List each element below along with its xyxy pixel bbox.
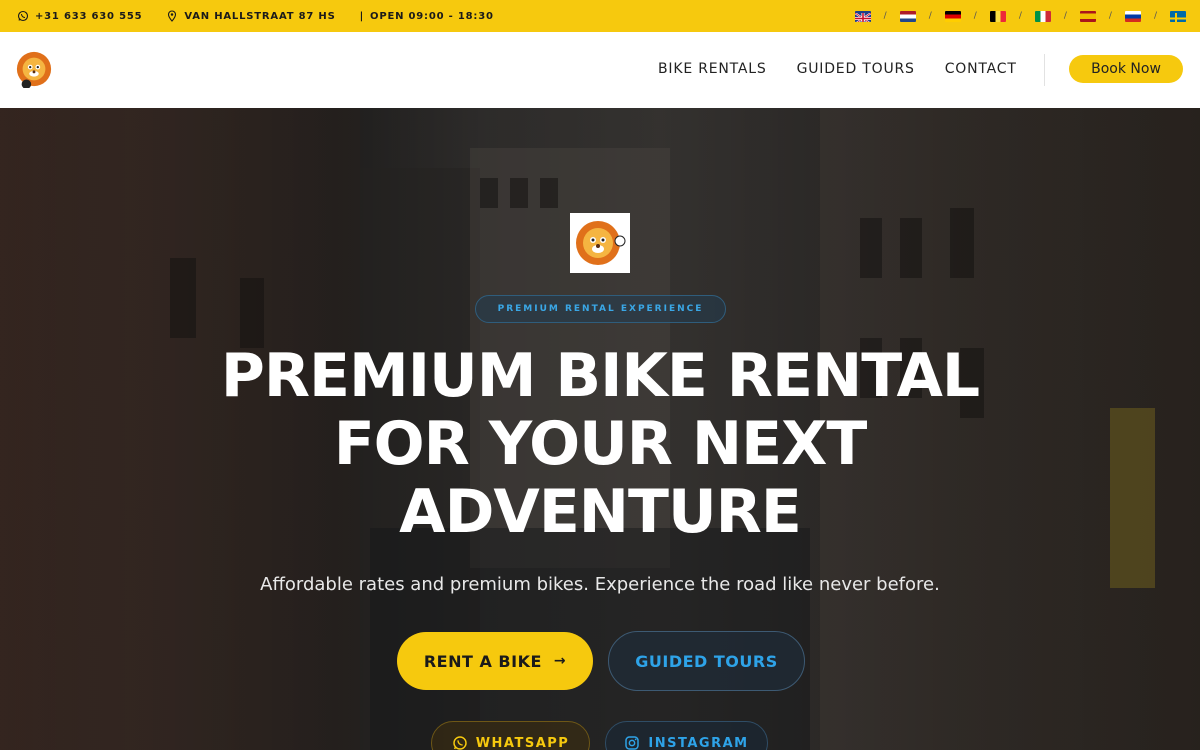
instagram-button[interactable]: INSTAGRAM xyxy=(605,721,768,750)
top-info-bar: +31 633 630 555 VAN HALLSTRAAT 87 HS | O… xyxy=(0,0,1200,32)
nav-item-contact[interactable]: CONTACT xyxy=(945,61,1017,77)
phone-contact[interactable]: +31 633 630 555 xyxy=(17,10,142,22)
address-text: VAN HALLSTRAAT 87 HS xyxy=(184,10,336,22)
es-flag-icon[interactable] xyxy=(1079,10,1096,22)
guided-tours-button[interactable]: GUIDED TOURS xyxy=(608,631,805,691)
rent-a-bike-button[interactable]: RENT A BIKE → xyxy=(397,632,593,690)
flag-separator: / xyxy=(1153,11,1157,21)
language-switcher: / / / / / / / xyxy=(854,0,1186,32)
nl-flag-icon[interactable] xyxy=(899,10,916,22)
lion-logo[interactable] xyxy=(15,50,53,89)
instagram-label: INSTAGRAM xyxy=(648,735,749,750)
se-flag-icon[interactable] xyxy=(1170,10,1186,22)
hero-section: PREMIUM RENTAL EXPERIENCE PREMIUM BIKE R… xyxy=(0,108,1200,750)
be-flag-icon[interactable] xyxy=(989,10,1006,22)
premium-badge: PREMIUM RENTAL EXPERIENCE xyxy=(475,295,726,323)
phone-number: +31 633 630 555 xyxy=(35,10,143,22)
de-flag-icon[interactable] xyxy=(944,10,961,22)
it-flag-icon[interactable] xyxy=(1034,10,1051,22)
nav-item-guided-tours[interactable]: GUIDED TOURS xyxy=(797,61,915,77)
main-navbar: BIKE RENTALS GUIDED TOURS CONTACT Book N… xyxy=(0,32,1200,108)
whatsapp-button[interactable]: WHATSAPP xyxy=(431,721,590,750)
hero-subtitle: Affordable rates and premium bikes. Expe… xyxy=(260,574,940,595)
flag-separator: / xyxy=(1063,11,1067,21)
flag-separator: / xyxy=(973,11,977,21)
rent-label: RENT A BIKE xyxy=(423,651,542,671)
headline-line-3: ADVENTURE xyxy=(399,477,802,547)
book-now-button[interactable]: Book Now xyxy=(1069,55,1183,83)
headline-line-2: FOR YOUR NEXT xyxy=(333,409,868,479)
flag-separator: / xyxy=(928,11,932,21)
flag-separator: / xyxy=(883,11,887,21)
whatsapp-icon xyxy=(452,736,467,750)
arrow-right-icon: → xyxy=(553,653,567,669)
flag-separator: / xyxy=(1108,11,1112,21)
hours-separator: | xyxy=(359,10,365,22)
whatsapp-label: WHATSAPP xyxy=(475,735,570,750)
whatsapp-icon xyxy=(17,10,29,22)
instagram-icon xyxy=(625,736,640,750)
nav-divider xyxy=(1044,54,1045,86)
headline-line-1: PREMIUM BIKE RENTAL xyxy=(220,341,980,411)
nav-menu: BIKE RENTALS GUIDED TOURS CONTACT xyxy=(658,61,1047,77)
hero-lion-logo xyxy=(570,213,630,273)
uk-flag-icon[interactable] xyxy=(854,10,871,22)
opening-hours: | OPEN 09:00 - 18:30 xyxy=(360,11,494,22)
location-pin-icon xyxy=(168,10,177,22)
nav-item-bike-rentals[interactable]: BIKE RENTALS xyxy=(658,61,767,77)
hours-text: OPEN 09:00 - 18:30 xyxy=(370,10,494,22)
address[interactable]: VAN HALLSTRAAT 87 HS xyxy=(166,10,335,22)
ru-flag-icon[interactable] xyxy=(1124,10,1141,22)
flag-separator: / xyxy=(1018,11,1022,21)
hero-headline: PREMIUM BIKE RENTAL FOR YOUR NEXT ADVENT… xyxy=(200,342,1000,546)
